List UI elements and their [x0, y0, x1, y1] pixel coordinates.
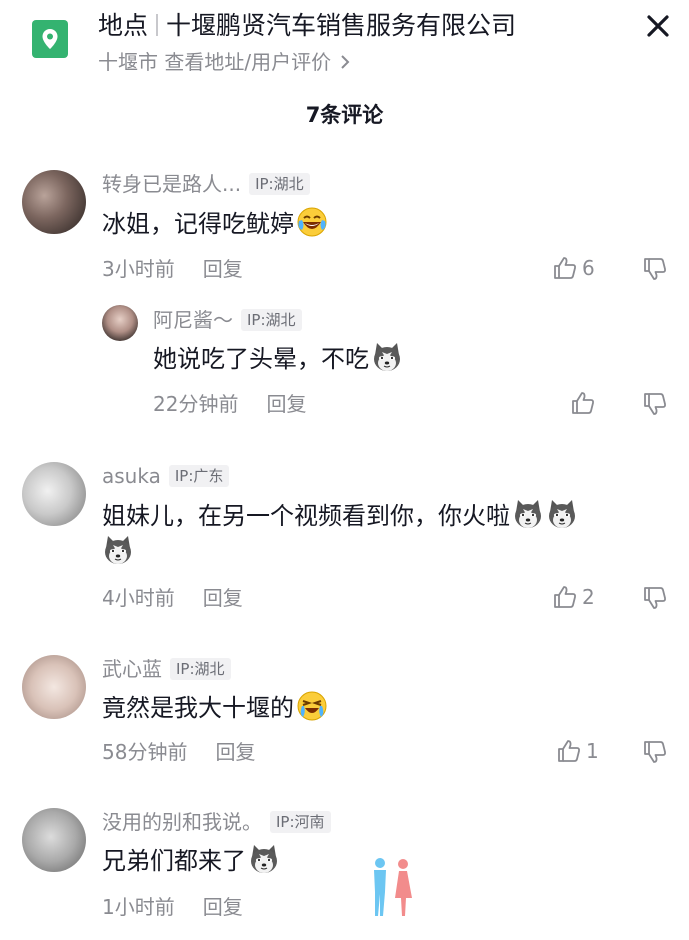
location-sub-link[interactable]: 十堰市 查看地址/用户评价 — [98, 48, 351, 76]
reply-meta: 22分钟前 回复 — [153, 390, 306, 418]
ip-tag: IP:湖北 — [249, 173, 310, 195]
reply-button[interactable]: 回复 — [203, 586, 243, 610]
username-text: 阿尼酱～ — [153, 308, 233, 332]
thumbs-up-icon — [552, 255, 578, 281]
reply-button[interactable]: 回复 — [203, 895, 243, 919]
thumbs-down-icon — [642, 256, 668, 282]
husky-emoji-icon — [546, 498, 578, 530]
reply-button[interactable]: 回复 — [215, 740, 255, 764]
location-label: 地点 — [98, 11, 149, 40]
comment-text: 兄弟们都来了 — [102, 843, 280, 879]
reply-button[interactable]: 回复 — [203, 257, 243, 281]
comment-text: 姐妹儿，在另一个视频看到你，你火啦 — [102, 498, 662, 570]
comment-body: 冰姐，记得吃鱿婷 — [102, 210, 294, 238]
like-count: 1 — [586, 739, 599, 763]
comment-text: 竟然是我大十堰的 — [102, 690, 328, 726]
location-name: 十堰鹏贤汽车销售服务有限公司 — [166, 11, 517, 40]
ip-tag: IP:河南 — [270, 811, 331, 833]
username-text: asuka — [102, 464, 161, 488]
username-text: 没用的别和我说。 — [102, 810, 262, 834]
dislike-button[interactable] — [642, 585, 668, 615]
avatar[interactable] — [22, 655, 86, 719]
comment-body: 姐妹儿，在另一个视频看到你，你火啦 — [102, 502, 510, 530]
reply-button[interactable]: 回复 — [266, 392, 306, 416]
husky-emoji-icon — [512, 498, 544, 530]
comment-body: 竟然是我大十堰的 — [102, 694, 294, 722]
comment-time: 1小时前 — [102, 895, 175, 919]
like-button[interactable]: 1 — [556, 738, 599, 764]
thumbs-down-icon — [642, 391, 668, 417]
like-count: 2 — [582, 585, 595, 609]
like-button[interactable] — [570, 390, 596, 420]
thumbs-up-icon — [552, 584, 578, 610]
username-text: 武心蓝 — [102, 657, 162, 681]
comment-username[interactable]: 没用的别和我说。 IP:河南 — [102, 808, 331, 836]
ip-tag: IP:广东 — [168, 465, 230, 487]
chevron-right-icon — [341, 55, 350, 69]
avatar[interactable] — [22, 170, 86, 234]
like-count: 6 — [582, 256, 595, 280]
thumbs-down-icon — [642, 739, 668, 765]
avatar[interactable] — [102, 305, 138, 341]
comment-meta: 3小时前 回复 — [102, 255, 243, 283]
dislike-button[interactable] — [642, 256, 668, 286]
location-pin-icon — [32, 20, 68, 58]
comment-meta: 4小时前 回复 — [102, 584, 243, 612]
avatar[interactable] — [22, 462, 86, 526]
thumbs-up-icon — [570, 390, 596, 416]
comment-meta: 58分钟前 回复 — [102, 738, 255, 766]
like-button[interactable]: 6 — [552, 255, 595, 281]
thumbs-up-icon — [556, 738, 582, 764]
couple-watermark-icon — [366, 856, 418, 922]
comment-time: 58分钟前 — [102, 740, 188, 764]
avatar[interactable] — [22, 808, 86, 872]
location-sub-text: 十堰市 查看地址/用户评价 — [98, 50, 332, 74]
reply-time: 22分钟前 — [153, 392, 239, 416]
reply-text: 她说吃了头晕，不吃 — [153, 341, 403, 377]
thumbs-down-icon — [642, 585, 668, 611]
husky-emoji-icon — [102, 534, 134, 566]
reply-username[interactable]: 阿尼酱～ IP:湖北 — [153, 306, 302, 334]
comment-body: 兄弟们都来了 — [102, 847, 246, 875]
dislike-button[interactable] — [642, 391, 668, 421]
dislike-button[interactable] — [642, 739, 668, 769]
tears-of-joy-emoji-icon — [296, 690, 328, 722]
laugh-cry-emoji-icon — [296, 206, 328, 238]
ip-tag: IP:湖北 — [170, 658, 231, 680]
comment-time: 4小时前 — [102, 586, 175, 610]
comment-text: 冰姐，记得吃鱿婷 — [102, 206, 328, 242]
reply-body: 她说吃了头晕，不吃 — [153, 345, 369, 373]
comment-username[interactable]: 武心蓝 IP:湖北 — [102, 655, 231, 683]
username-text: 转身已是路人... — [102, 172, 242, 196]
like-button[interactable]: 2 — [552, 584, 595, 610]
comment-username[interactable]: asuka IP:广东 — [102, 462, 230, 490]
husky-emoji-icon — [371, 341, 403, 373]
ip-tag: IP:湖北 — [241, 309, 302, 331]
close-icon[interactable] — [642, 10, 674, 42]
husky-emoji-icon — [248, 843, 280, 875]
comments-count-title: 7条评论 — [305, 103, 384, 127]
comment-username[interactable]: 转身已是路人... IP:湖北 — [102, 170, 310, 198]
title-divider — [156, 14, 159, 36]
comment-meta: 1小时前 回复 — [102, 893, 243, 921]
location-title[interactable]: 地点 十堰鹏贤汽车销售服务有限公司 — [98, 8, 516, 44]
comment-time: 3小时前 — [102, 257, 175, 281]
